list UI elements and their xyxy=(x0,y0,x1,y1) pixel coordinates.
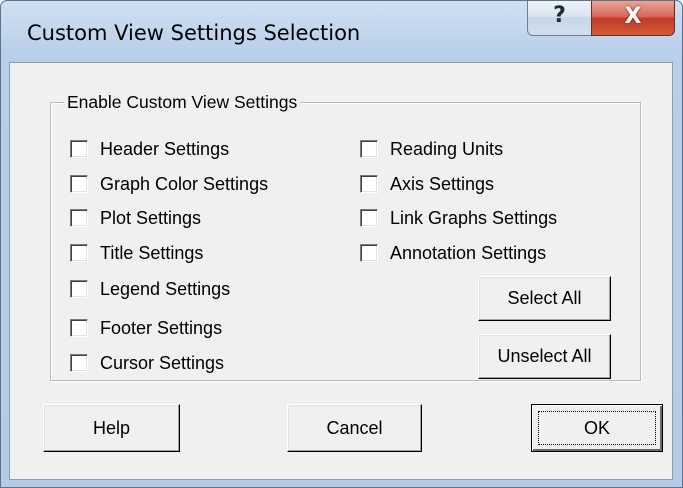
checkbox-box[interactable] xyxy=(70,319,88,337)
cancel-button[interactable]: Cancel xyxy=(287,404,422,452)
checkbox-header-settings[interactable]: Header Settings xyxy=(70,137,229,161)
title-bar[interactable]: Custom View Settings Selection ? X xyxy=(1,1,682,63)
help-button[interactable]: Help xyxy=(43,404,180,452)
checkbox-label: Plot Settings xyxy=(100,207,202,228)
checkbox-link-graphs-settings[interactable]: Link Graphs Settings xyxy=(360,206,557,230)
checkbox-label: Axis Settings xyxy=(390,173,495,194)
checkbox-box[interactable] xyxy=(70,175,88,193)
dialog-window: Custom View Settings Selection ? X Enabl… xyxy=(0,0,683,488)
checkbox-label: Reading Units xyxy=(390,138,504,159)
checkbox-box[interactable] xyxy=(70,354,88,372)
dialog-client-area: Enable Custom View Settings Header Setti… xyxy=(9,62,673,480)
checkbox-label: Annotation Settings xyxy=(390,242,547,263)
checkbox-label: Cursor Settings xyxy=(100,352,225,373)
checkbox-box[interactable] xyxy=(70,209,88,227)
checkbox-label: Link Graphs Settings xyxy=(390,207,558,228)
checkbox-annotation-settings[interactable]: Annotation Settings xyxy=(360,241,546,265)
checkbox-box[interactable] xyxy=(360,209,378,227)
select-all-button[interactable]: Select All xyxy=(478,276,611,321)
checkbox-label: Header Settings xyxy=(100,138,230,159)
question-mark-icon: ? xyxy=(553,3,566,28)
checkbox-box[interactable] xyxy=(70,244,88,262)
checkbox-legend-settings[interactable]: Legend Settings xyxy=(70,277,230,301)
checkbox-axis-settings[interactable]: Axis Settings xyxy=(360,172,494,196)
checkbox-plot-settings[interactable]: Plot Settings xyxy=(70,206,201,230)
checkbox-box[interactable] xyxy=(70,140,88,158)
checkbox-footer-settings[interactable]: Footer Settings xyxy=(70,316,222,340)
checkbox-label: Graph Color Settings xyxy=(100,173,269,194)
checkbox-box[interactable] xyxy=(360,140,378,158)
ok-button[interactable]: OK xyxy=(531,404,663,452)
checkbox-graph-color-settings[interactable]: Graph Color Settings xyxy=(70,172,268,196)
checkbox-reading-units[interactable]: Reading Units xyxy=(360,137,503,161)
checkbox-box[interactable] xyxy=(360,175,378,193)
checkbox-label: Legend Settings xyxy=(100,278,231,299)
checkbox-label: Footer Settings xyxy=(100,317,223,338)
checkbox-box[interactable] xyxy=(360,244,378,262)
titlebar-close-button[interactable]: X xyxy=(591,1,675,36)
titlebar-help-button[interactable]: ? xyxy=(527,1,592,36)
window-title: Custom View Settings Selection xyxy=(27,21,361,45)
checkbox-cursor-settings[interactable]: Cursor Settings xyxy=(70,351,224,375)
checkbox-label: Title Settings xyxy=(100,242,204,263)
close-icon: X xyxy=(624,4,642,29)
group-legend: Enable Custom View Settings xyxy=(64,92,301,112)
checkbox-title-settings[interactable]: Title Settings xyxy=(70,241,203,265)
unselect-all-button[interactable]: Unselect All xyxy=(478,334,611,379)
focus-rectangle xyxy=(538,411,656,445)
checkbox-box[interactable] xyxy=(70,280,88,298)
